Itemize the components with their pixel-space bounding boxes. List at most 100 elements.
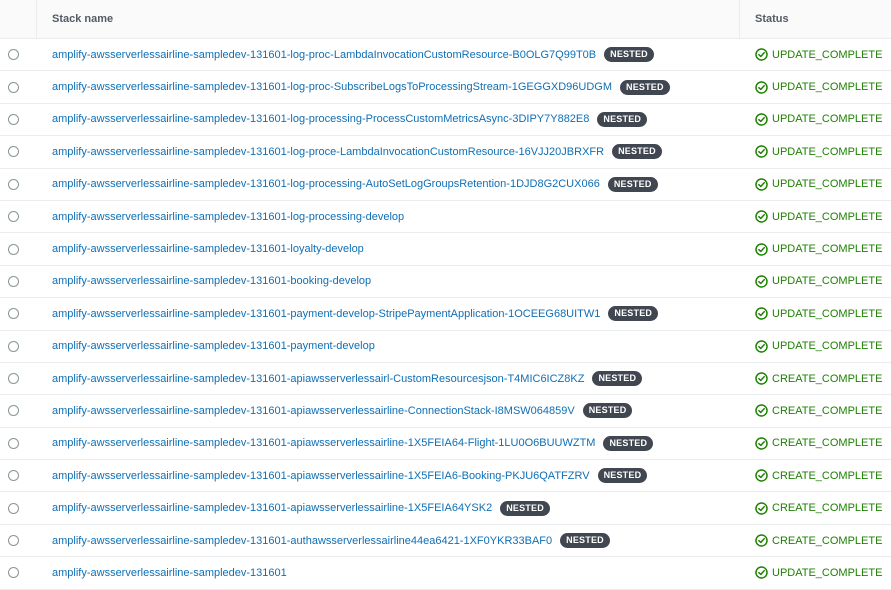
stack-name-link[interactable]: amplify-awsserverlessairline-sampledev-1…	[52, 535, 552, 547]
stack-name-link[interactable]: amplify-awsserverlessairline-sampledev-1…	[52, 81, 612, 93]
stack-name-cell: amplify-awsserverlessairline-sampledev-1…	[37, 533, 740, 549]
status-cell: CREATE_COMPLETE	[740, 469, 891, 483]
nested-badge: NESTED	[603, 435, 654, 451]
row-select-cell	[0, 49, 37, 61]
status-cell: UPDATE_COMPLETE	[740, 275, 891, 288]
header-select-column	[0, 0, 37, 38]
stack-name-cell: amplify-awsserverlessairline-sampledev-1…	[37, 243, 740, 255]
row-radio-button[interactable]	[8, 405, 19, 417]
row-radio-button[interactable]	[8, 535, 19, 547]
status-text: CREATE_COMPLETE	[772, 534, 883, 547]
stack-name-link[interactable]: amplify-awsserverlessairline-sampledev-1…	[52, 437, 595, 449]
row-radio-button[interactable]	[8, 567, 19, 579]
stack-name-link[interactable]: amplify-awsserverlessairline-sampledev-1…	[52, 211, 404, 223]
check-circle-icon	[755, 113, 768, 126]
stack-name-link[interactable]: amplify-awsserverlessairline-sampledev-1…	[52, 49, 596, 61]
row-radio-button[interactable]	[8, 340, 19, 352]
table-row[interactable]: amplify-awsserverlessairline-sampledev-1…	[0, 525, 891, 558]
row-select-cell	[0, 437, 37, 449]
stack-name-cell: amplify-awsserverlessairline-sampledev-1…	[37, 435, 740, 451]
row-radio-button[interactable]	[8, 211, 19, 223]
row-select-cell	[0, 535, 37, 547]
stack-name-link[interactable]: amplify-awsserverlessairline-sampledev-1…	[52, 113, 589, 125]
stack-name-link[interactable]: amplify-awsserverlessairline-sampledev-1…	[52, 243, 364, 255]
row-radio-button[interactable]	[8, 81, 19, 93]
status-text: UPDATE_COMPLETE	[772, 145, 883, 158]
stack-name-link[interactable]: amplify-awsserverlessairline-sampledev-1…	[52, 308, 600, 320]
row-radio-button[interactable]	[8, 178, 19, 190]
row-radio-button[interactable]	[8, 243, 19, 255]
status-text: CREATE_COMPLETE	[772, 404, 883, 417]
row-select-cell	[0, 308, 37, 320]
table-row[interactable]: amplify-awsserverlessairline-sampledev-1…	[0, 233, 891, 266]
row-radio-button[interactable]	[8, 146, 19, 158]
table-row[interactable]: amplify-awsserverlessairline-sampledev-1…	[0, 169, 891, 201]
status-cell: UPDATE_COMPLETE	[740, 177, 891, 191]
status-cell: UPDATE_COMPLETE	[740, 210, 891, 223]
table-row[interactable]: amplify-awsserverlessairline-sampledev-1…	[0, 460, 891, 493]
row-radio-button[interactable]	[8, 49, 19, 61]
stack-name-cell: amplify-awsserverlessairline-sampledev-1…	[37, 306, 740, 322]
stack-name-link[interactable]: amplify-awsserverlessairline-sampledev-1…	[52, 502, 492, 514]
row-select-cell	[0, 211, 37, 223]
row-radio-button[interactable]	[8, 470, 19, 482]
check-circle-icon	[755, 534, 768, 547]
stack-name-link[interactable]: amplify-awsserverlessairline-sampledev-1…	[52, 373, 584, 385]
row-select-cell	[0, 178, 37, 190]
row-radio-button[interactable]	[8, 502, 19, 514]
check-circle-icon	[755, 210, 768, 223]
status-text: UPDATE_COMPLETE	[772, 178, 883, 191]
table-header: Stack name Status	[0, 0, 891, 39]
check-circle-icon	[755, 242, 768, 256]
check-circle-icon	[755, 275, 768, 288]
table-row[interactable]: amplify-awsserverlessairline-sampledev-1…	[0, 266, 891, 299]
row-radio-button[interactable]	[8, 437, 19, 449]
table-row[interactable]: amplify-awsserverlessairline-sampledev-1…	[0, 136, 891, 169]
stack-name-cell: amplify-awsserverlessairline-sampledev-1…	[37, 111, 740, 127]
status-cell: UPDATE_COMPLETE	[740, 242, 891, 256]
table-row[interactable]: amplify-awsserverlessairline-sampledev-1…	[0, 298, 891, 331]
nested-badge: NESTED	[500, 500, 550, 516]
nested-badge: NESTED	[597, 468, 648, 484]
table-row[interactable]: amplify-awsserverlessairline-sampledev-1…	[0, 201, 891, 234]
stack-name-link[interactable]: amplify-awsserverlessairline-sampledev-1…	[52, 405, 575, 417]
table-body: amplify-awsserverlessairline-sampledev-1…	[0, 39, 891, 590]
row-select-cell	[0, 502, 37, 514]
table-row[interactable]: amplify-awsserverlessairline-sampledev-1…	[0, 331, 891, 363]
table-row[interactable]: amplify-awsserverlessairline-sampledev-1…	[0, 395, 891, 428]
row-radio-button[interactable]	[8, 373, 19, 385]
status-cell: CREATE_COMPLETE	[740, 372, 891, 385]
nested-badge: NESTED	[612, 144, 662, 160]
header-stack-name[interactable]: Stack name	[37, 0, 740, 38]
table-row[interactable]: amplify-awsserverlessairline-sampledev-1…	[0, 39, 891, 72]
stack-name-link[interactable]: amplify-awsserverlessairline-sampledev-1…	[52, 340, 375, 352]
stack-name-link[interactable]: amplify-awsserverlessairline-sampledev-1…	[52, 567, 287, 579]
row-select-cell	[0, 243, 37, 255]
nested-badge: NESTED	[560, 533, 610, 549]
stack-name-link[interactable]: amplify-awsserverlessairline-sampledev-1…	[52, 146, 604, 158]
check-circle-icon	[755, 566, 768, 580]
table-row[interactable]: amplify-awsserverlessairline-sampledev-1…	[0, 492, 891, 525]
table-row[interactable]: amplify-awsserverlessairline-sampledev-1…	[0, 71, 891, 104]
row-radio-button[interactable]	[8, 113, 19, 125]
stack-name-link[interactable]: amplify-awsserverlessairline-sampledev-1…	[52, 178, 600, 190]
status-text: UPDATE_COMPLETE	[772, 275, 883, 288]
stack-name-link[interactable]: amplify-awsserverlessairline-sampledev-1…	[52, 275, 371, 287]
row-radio-button[interactable]	[8, 275, 19, 287]
stack-name-link[interactable]: amplify-awsserverlessairline-sampledev-1…	[52, 470, 590, 482]
status-cell: UPDATE_COMPLETE	[740, 80, 891, 94]
check-circle-icon	[755, 145, 768, 159]
check-circle-icon	[755, 372, 768, 385]
table-row[interactable]: amplify-awsserverlessairline-sampledev-1…	[0, 104, 891, 137]
stack-name-cell: amplify-awsserverlessairline-sampledev-1…	[37, 567, 740, 579]
stack-name-cell: amplify-awsserverlessairline-sampledev-1…	[37, 176, 740, 192]
header-status[interactable]: Status	[740, 0, 891, 38]
table-row[interactable]: amplify-awsserverlessairline-sampledev-1…	[0, 428, 891, 461]
row-select-cell	[0, 275, 37, 287]
row-select-cell	[0, 567, 37, 579]
table-row[interactable]: amplify-awsserverlessairline-sampledev-1…	[0, 363, 891, 396]
status-cell: UPDATE_COMPLETE	[740, 113, 891, 126]
status-text: CREATE_COMPLETE	[772, 372, 883, 385]
status-text: UPDATE_COMPLETE	[772, 340, 883, 353]
row-radio-button[interactable]	[8, 308, 19, 320]
